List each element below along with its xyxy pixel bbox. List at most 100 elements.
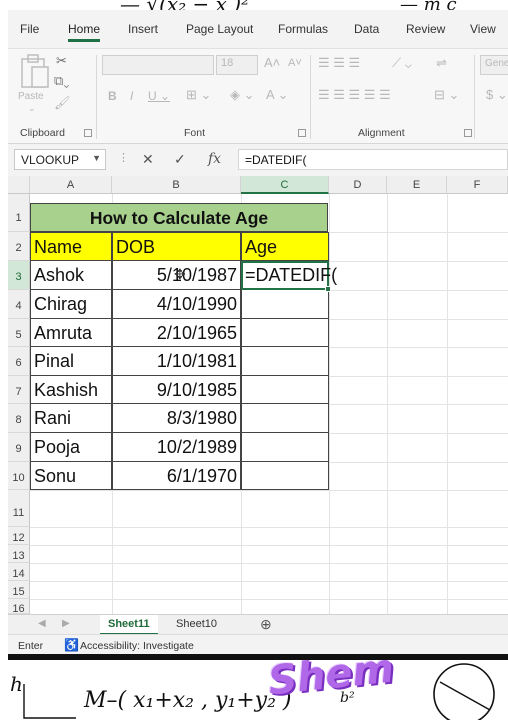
bold-icon[interactable]: B: [108, 89, 117, 103]
age-cell[interactable]: [241, 433, 329, 462]
underline-icon[interactable]: U ⌄: [148, 89, 170, 103]
merge-center-icon[interactable]: ⊟ ⌄: [434, 87, 459, 103]
name-cell[interactable]: Rani: [30, 404, 112, 433]
number-format-combo[interactable]: Gene: [480, 55, 508, 75]
name-cell[interactable]: Pooja: [30, 433, 112, 462]
tab-insert[interactable]: Insert: [128, 22, 158, 36]
age-cell[interactable]: [241, 404, 329, 433]
age-cell[interactable]: [241, 376, 329, 404]
row-header-9[interactable]: 9: [8, 433, 30, 462]
align-top-icon[interactable]: ☰ ☰ ☰: [318, 55, 360, 71]
currency-icon[interactable]: $ ⌄: [486, 87, 508, 103]
header-dob-cell[interactable]: DOB: [112, 232, 241, 261]
name-cell[interactable]: Sonu: [30, 462, 112, 490]
orientation-icon[interactable]: ⟋ ⌄: [392, 55, 412, 71]
wrap-text-icon[interactable]: ⇌: [436, 55, 447, 71]
row-header-2[interactable]: 2: [8, 232, 30, 261]
row-header-14[interactable]: 14: [8, 563, 30, 581]
paste-label[interactable]: Paste: [18, 91, 44, 102]
row-header-12[interactable]: 12: [8, 527, 30, 545]
row-header-1[interactable]: 1: [8, 194, 30, 232]
dob-cell[interactable]: 10/2/1989: [112, 433, 241, 462]
header-age-cell[interactable]: Age: [241, 232, 329, 261]
row-header-15[interactable]: 15: [8, 581, 30, 599]
dob-cell[interactable]: 2/10/1965: [112, 319, 241, 347]
dob-cell[interactable]: 1/10/1981: [112, 347, 241, 376]
alignment-launcher-icon[interactable]: [464, 129, 472, 137]
italic-icon[interactable]: I: [130, 89, 133, 103]
shrink-font-icon[interactable]: A˅: [288, 57, 302, 69]
fill-color-icon[interactable]: ◈ ⌄: [230, 87, 255, 103]
table-title-cell[interactable]: How to Calculate Age: [30, 203, 328, 232]
sheet-tab-sheet10[interactable]: Sheet10: [168, 615, 225, 635]
tab-page-layout[interactable]: Page Layout: [186, 22, 253, 36]
row-header-6[interactable]: 6: [8, 347, 30, 376]
formula-input[interactable]: =DATEDIF(: [238, 149, 508, 170]
row-header-16[interactable]: 16: [8, 599, 30, 615]
column-header-c[interactable]: C: [241, 176, 329, 194]
row-header-11[interactable]: 11: [8, 490, 30, 527]
column-header-e[interactable]: E: [387, 176, 447, 194]
font-color-icon[interactable]: A ⌄: [266, 87, 288, 103]
name-cell[interactable]: Pinal: [30, 347, 112, 376]
name-cell[interactable]: Ashok: [30, 261, 112, 290]
column-header-a[interactable]: A: [30, 176, 112, 194]
tab-view[interactable]: View: [470, 22, 496, 36]
chevron-down-icon[interactable]: ▼: [92, 153, 101, 163]
column-header-f[interactable]: F: [447, 176, 508, 194]
name-cell[interactable]: Amruta: [30, 319, 112, 347]
borders-icon[interactable]: ⊞ ⌄: [186, 87, 211, 103]
dob-cell[interactable]: 4/10/1990: [112, 290, 241, 319]
name-cell[interactable]: Kashish: [30, 376, 112, 404]
column-header-d[interactable]: D: [329, 176, 387, 194]
accessibility-status[interactable]: Accessibility: Investigate: [80, 640, 194, 652]
row-header-7[interactable]: 7: [8, 376, 30, 404]
dob-cell[interactable]: 9/10/1985: [112, 376, 241, 404]
cut-icon[interactable]: ✂: [56, 53, 67, 69]
clipboard-launcher-icon[interactable]: [84, 129, 92, 137]
tab-data[interactable]: Data: [354, 22, 379, 36]
insert-function-icon[interactable]: fx: [208, 151, 221, 167]
dob-cell[interactable]: 8/3/1980: [112, 404, 241, 433]
dob-cell[interactable]: 6/1/1970: [112, 462, 241, 490]
font-size-combo[interactable]: 18: [216, 55, 258, 75]
row-header-3[interactable]: 3: [8, 261, 30, 290]
font-name-combo[interactable]: [102, 55, 214, 75]
tab-file[interactable]: File: [20, 22, 39, 36]
accessibility-icon[interactable]: ♿: [64, 638, 79, 652]
age-cell[interactable]: [241, 290, 329, 319]
align-left-icon[interactable]: ☰ ☰ ☰ ☰ ☰: [318, 87, 391, 103]
enter-icon[interactable]: ✓: [174, 151, 186, 168]
font-launcher-icon[interactable]: [298, 129, 306, 137]
row-header-10[interactable]: 10: [8, 462, 30, 490]
name-box[interactable]: VLOOKUP ▼: [14, 149, 106, 170]
format-painter-icon[interactable]: 🖌: [54, 95, 71, 111]
status-mode: Enter: [18, 640, 44, 652]
age-cell[interactable]: [241, 462, 329, 490]
cancel-icon[interactable]: ✕: [142, 151, 154, 168]
age-cell[interactable]: [241, 347, 329, 376]
copy-icon[interactable]: ⧉⌄: [54, 73, 69, 89]
grow-font-icon[interactable]: A˄: [264, 55, 280, 70]
header-name-cell[interactable]: Name: [30, 232, 112, 261]
corner-select-all[interactable]: [8, 176, 30, 194]
paste-icon[interactable]: [18, 53, 52, 89]
sheet-next-icon[interactable]: ▶: [62, 618, 70, 629]
row-header-8[interactable]: 8: [8, 404, 30, 433]
age-cell[interactable]: [241, 319, 329, 347]
sheet-prev-icon[interactable]: ◀: [38, 618, 46, 629]
name-cell[interactable]: Chirag: [30, 290, 112, 319]
tab-home[interactable]: Home: [68, 22, 101, 42]
font-group-label: Font: [184, 127, 206, 139]
active-cell-c3[interactable]: =DATEDIF(: [241, 261, 337, 290]
column-header-b[interactable]: B: [112, 176, 241, 194]
row-header-5[interactable]: 5: [8, 319, 30, 347]
tab-review[interactable]: Review: [406, 22, 445, 36]
sheet-tab-sheet11[interactable]: Sheet11: [100, 615, 158, 635]
tab-formulas[interactable]: Formulas: [278, 22, 328, 36]
paste-dropdown-icon[interactable]: ⌄: [28, 103, 36, 114]
row-header-4[interactable]: 4: [8, 290, 30, 319]
add-sheet-icon[interactable]: ⊕: [260, 616, 272, 633]
fill-handle[interactable]: [325, 286, 331, 292]
row-header-13[interactable]: 13: [8, 545, 30, 563]
